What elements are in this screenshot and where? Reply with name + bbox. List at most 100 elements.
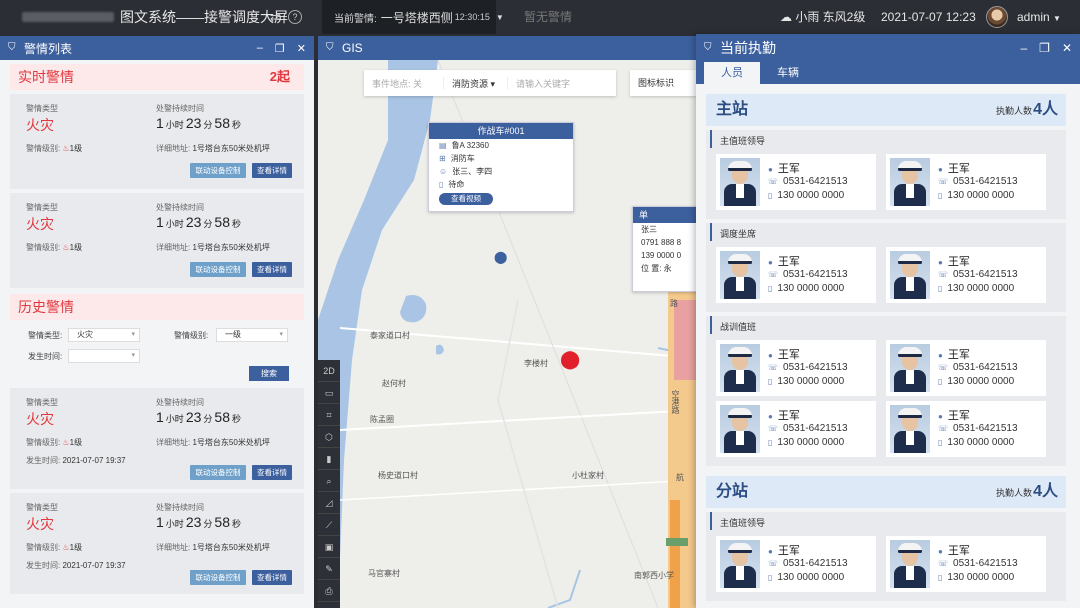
mobile-icon: ▯ [938, 191, 943, 200]
section-title: 历史警情 [18, 299, 74, 315]
alarm-address: 详细地址: 1号塔台东50米处机坪 [156, 243, 270, 252]
tab-vehicles[interactable]: 车辆 [760, 62, 816, 84]
help-icon[interactable]: ? [288, 10, 302, 24]
legend-button[interactable]: 图标标识 [630, 70, 696, 96]
map-tool-icon[interactable]: ⬡ [318, 426, 340, 448]
person-card[interactable]: ● 王军 ☏ 0531-6421513 ▯ 130 0000 0000 [716, 154, 876, 210]
avatar[interactable] [986, 6, 1008, 28]
alarm-type: 火灾 [26, 411, 54, 427]
duty-label: 执勤人数 [995, 106, 1032, 116]
close-icon[interactable]: ✕ [1062, 41, 1072, 55]
duration-label: 处警持续时间 [156, 203, 204, 212]
person-card[interactable]: ● 王军 ☏ 0531-6421513 ▯ 130 0000 0000 [886, 247, 1046, 303]
user-icon: ● [768, 412, 773, 421]
type-label: 警情类型 [26, 398, 58, 407]
link-device-button[interactable]: 联动设备控制 [190, 163, 246, 178]
on-duty-panel: ⛉ 当前执勤 – ❐ ✕ 人员 车辆 主站 执勤人数 4人 主值班领导 ● 王军 ☏ 0531-6… [696, 34, 1080, 608]
keyword-input[interactable]: 请输入关键字 [508, 77, 570, 90]
view-detail-button[interactable]: 查看详情 [252, 570, 292, 585]
person-card[interactable]: ● 王军 ☏ 0531-6421513 ▯ 130 0000 0000 [716, 340, 876, 396]
filter-time-label: 发生时间: [28, 352, 63, 361]
current-alarm-dropdown[interactable]: 当前警情: 一号塔楼西侧 12:30:15 ▼ [322, 0, 504, 34]
time-input[interactable] [68, 349, 140, 363]
person-photo [720, 344, 760, 392]
map-tool-icon[interactable]: ◿ [318, 492, 340, 514]
map-label: 南郭西小学 [634, 571, 674, 580]
phone-icon: ☏ [938, 424, 949, 433]
link-device-button[interactable]: 联动设备控制 [190, 465, 246, 480]
map-label: 赵何村 [382, 379, 406, 388]
person-card[interactable]: ● 王军 ☏ 0531-6421513 ▯ 130 0000 0000 [886, 536, 1046, 592]
shield-icon: ⛉ [704, 42, 712, 53]
map-tool-icon[interactable]: ▣ [318, 536, 340, 558]
phone-icon: ☏ [768, 363, 779, 372]
station-name: 分站 [716, 483, 749, 500]
mobile-icon: ▯ [938, 377, 943, 386]
close-icon[interactable]: ✕ [297, 42, 306, 55]
map-tool-icon[interactable]: ✎ [318, 558, 340, 580]
map-tool-icon[interactable]: ⟋ [318, 514, 340, 536]
view-detail-button[interactable]: 查看详情 [252, 262, 292, 277]
person-card[interactable]: ● 王军 ☏ 0531-6421513 ▯ 130 0000 0000 [886, 401, 1046, 457]
type-select[interactable]: 火灾 [68, 328, 140, 342]
tab-personnel[interactable]: 人员 [704, 62, 760, 84]
view-detail-button[interactable]: 查看详情 [252, 465, 292, 480]
map-label: 泰家道口村 [370, 331, 410, 340]
restore-icon[interactable]: ❐ [275, 42, 285, 55]
person-photo [890, 540, 930, 588]
phone-icon: ☏ [768, 559, 779, 568]
switch-icon[interactable]: ⇄ [268, 10, 282, 24]
user-icon: ● [768, 351, 773, 360]
fire-icon: ♨ [62, 543, 70, 552]
map-tool-icon[interactable]: ⎙ [318, 580, 340, 602]
person-phone: ☏ 0531-6421513 [768, 558, 848, 569]
map-tool-icon[interactable]: ⌗ [318, 404, 340, 426]
person-phone: ☏ 0531-6421513 [768, 423, 848, 434]
mobile-icon: ▯ [768, 191, 773, 200]
phone-icon: ☏ [938, 177, 949, 186]
view-video-button[interactable]: 查看视频 [439, 193, 493, 205]
minimize-icon[interactable]: – [1020, 41, 1027, 55]
person-card[interactable]: ● 王军 ☏ 0531-6421513 ▯ 130 0000 0000 [716, 536, 876, 592]
person-name: ● 王军 [768, 545, 800, 557]
event-location[interactable]: 事件地点: 关 [364, 76, 444, 90]
panel-title: GIS [342, 41, 363, 55]
duty-label: 执勤人数 [995, 488, 1032, 498]
map-canvas[interactable]: 事件地点: 关 消防资源 ▾ 请输入关键字 图标标识 作战车#001 ▤ 鲁A 3… [318, 60, 696, 608]
link-device-button[interactable]: 联动设备控制 [190, 262, 246, 277]
map-tool-icon[interactable]: ⌂ [318, 602, 340, 608]
map-tool-icon[interactable]: ▮ [318, 448, 340, 470]
shield-icon: ⛉ [8, 42, 16, 53]
person-card[interactable]: ● 王军 ☏ 0531-6421513 ▯ 130 0000 0000 [886, 340, 1046, 396]
person-photo [720, 251, 760, 299]
map-tool-icon[interactable]: ▭ [318, 382, 340, 404]
level-select[interactable]: 一级 [216, 328, 288, 342]
minimize-icon[interactable]: – [257, 42, 263, 55]
search-button[interactable]: 搜索 [249, 366, 289, 381]
card-icon: ▤ [439, 141, 447, 150]
user-menu[interactable]: admin ▼ [1017, 0, 1061, 34]
map-tool-icon[interactable]: ⌕ [318, 470, 340, 492]
view-detail-button[interactable]: 查看详情 [252, 163, 292, 178]
realtime-alarm-header: 实时警情 2起 [10, 64, 304, 90]
person-phone: ☏ 0531-6421513 [768, 362, 848, 373]
resource-dropdown[interactable]: 消防资源 ▾ [444, 76, 508, 90]
vehicle-marker-icon[interactable]: ⬤ [494, 250, 507, 264]
alarm-level: 警情级别: ♨1级 [26, 438, 83, 447]
popup-crew: ☺ 张三、李四 [439, 167, 493, 176]
alarm-card: 警情类型 处警持续时间 火灾 1 小时 23 分 58 秒警情级别: ♨1级 详细地址: 1号塔台… [10, 94, 304, 189]
map-tool-icon[interactable]: 2D [318, 360, 340, 382]
person-card[interactable]: ● 王军 ☏ 0531-6421513 ▯ 130 0000 0000 [886, 154, 1046, 210]
person-card[interactable]: ● 王军 ☏ 0531-6421513 ▯ 130 0000 0000 [716, 247, 876, 303]
link-device-button[interactable]: 联动设备控制 [190, 570, 246, 585]
location-pin-icon[interactable]: ⬤ [560, 350, 580, 368]
panel-title: 警情列表 [24, 41, 73, 56]
current-alarm-time: 12:30:15 [454, 12, 490, 22]
restore-icon[interactable]: ❐ [1039, 41, 1050, 55]
fire-icon: ♨ [62, 243, 70, 252]
chevron-down-icon: ▼ [495, 12, 504, 22]
person-name: ● 王军 [938, 163, 970, 175]
group-title: 主值班领导 [710, 512, 1066, 530]
person-card[interactable]: ● 王军 ☏ 0531-6421513 ▯ 130 0000 0000 [716, 401, 876, 457]
duty-group: 调度坐席 ● 王军 ☏ 0531-6421513 ▯ 130 0000 0000 ● 王军 ☏ 05… [706, 223, 1066, 312]
